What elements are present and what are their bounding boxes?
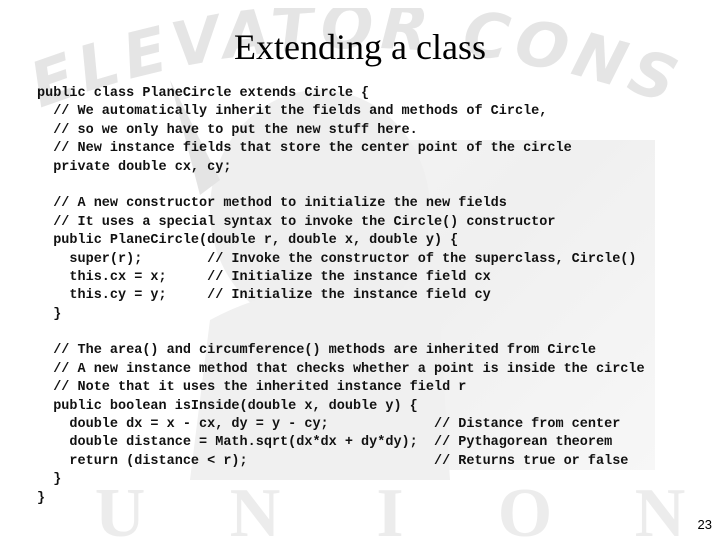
code-line: public class PlaneCircle extends Circle …: [37, 86, 370, 101]
code-line: // Note that it uses the inherited insta…: [37, 380, 467, 396]
code-line: }: [37, 490, 46, 506]
code-line: // We automatically inherit the fields a…: [37, 104, 548, 120]
code-line: // It uses a special syntax to invoke th…: [37, 214, 556, 230]
code-block: public class PlaneCircle extends Circle …: [37, 85, 645, 508]
code-line: double distance = Math.sqrt(dx*dx + dy*d…: [37, 435, 613, 451]
code-line: private double cx, cy;: [37, 159, 232, 175]
code-line: // A new instance method that checks whe…: [37, 361, 645, 377]
code-line: public PlaneCircle(double r, double x, d…: [37, 233, 459, 249]
code-line: }: [37, 306, 62, 322]
code-line: // so we only have to put the new stuff …: [37, 122, 418, 138]
code-line: super(r); // Invoke the constructor of t…: [37, 251, 637, 267]
code-line: // The area() and circumference() method…: [37, 343, 596, 359]
code-line: double dx = x - cx, dy = y - cy; // Dist…: [37, 417, 621, 433]
page-number: 23: [697, 517, 712, 532]
code-line: public boolean isInside(double x, double…: [37, 398, 418, 414]
slide-title: Extending a class: [234, 27, 486, 67]
code-line: // A new constructor method to initializ…: [37, 196, 507, 212]
code-line: this.cy = y; // Initialize the instance …: [37, 288, 491, 304]
code-line: return (distance < r); // Returns true o…: [37, 453, 629, 469]
code-line: }: [37, 472, 62, 488]
code-line: // New instance fields that store the ce…: [37, 141, 572, 157]
code-line: this.cx = x; // Initialize the instance …: [37, 269, 491, 285]
